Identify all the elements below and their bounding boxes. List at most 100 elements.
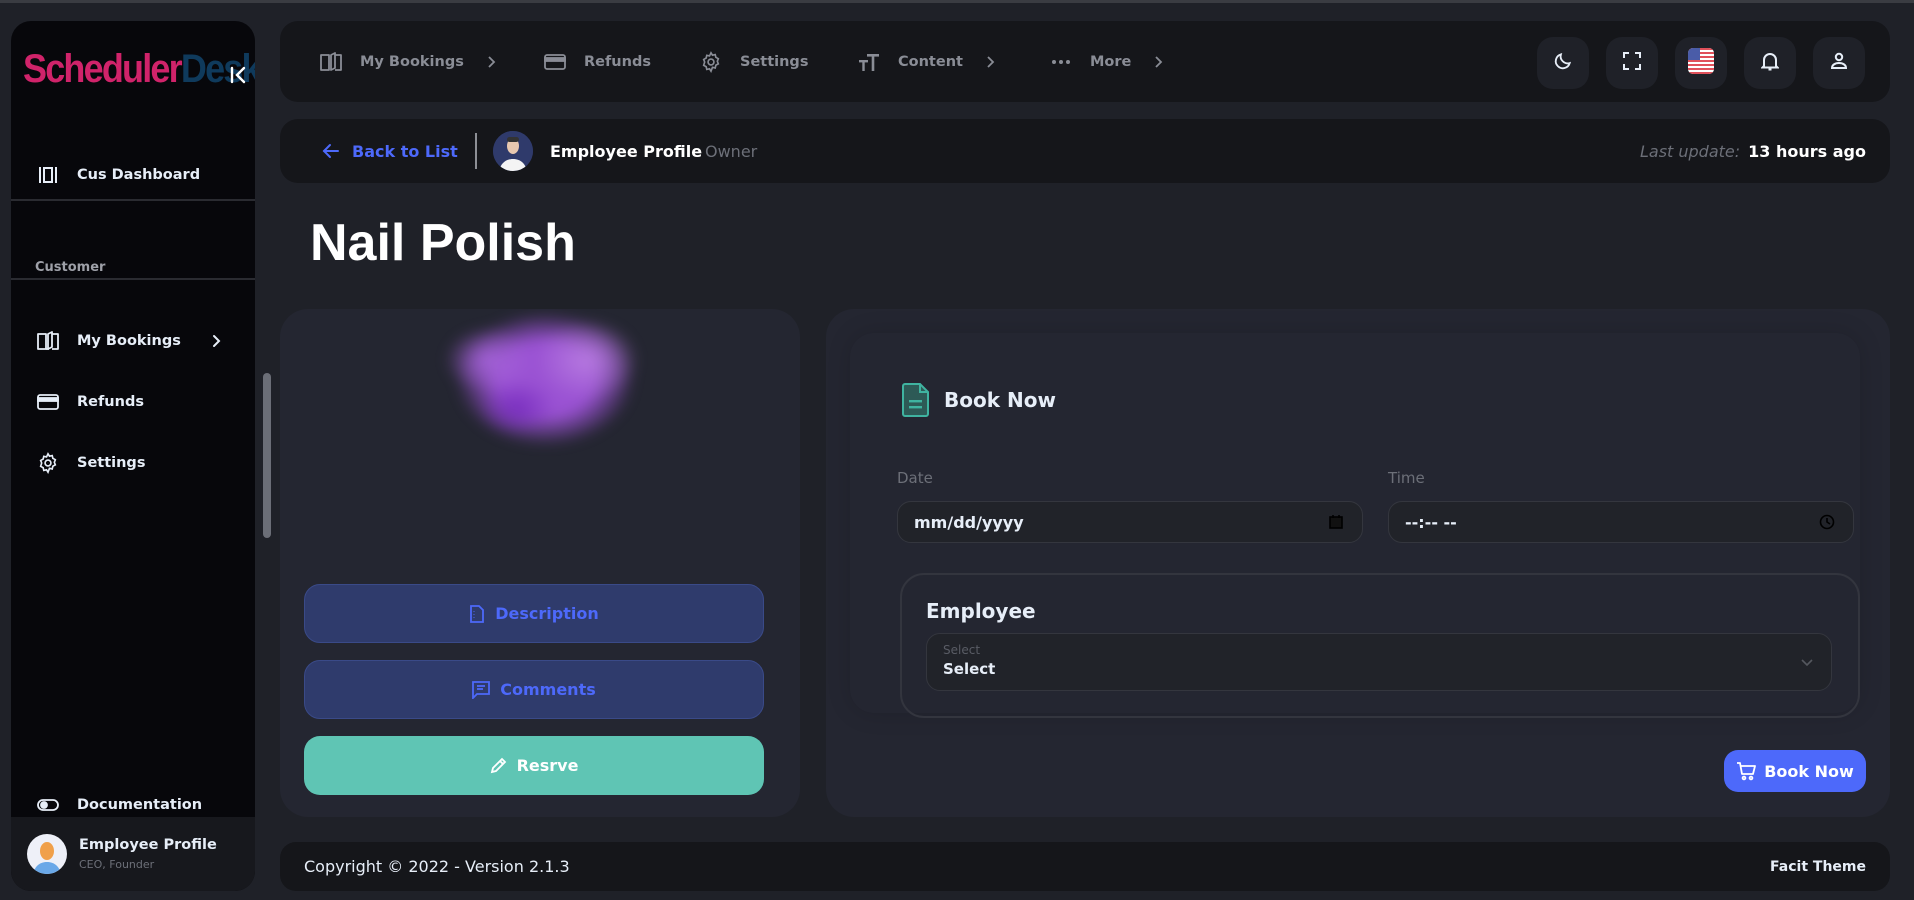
user-name: Employee Profile <box>79 837 217 853</box>
product-card: Description Comments Resrve <box>280 309 800 817</box>
language-button[interactable] <box>1675 37 1727 89</box>
chevron-right-icon <box>1153 54 1165 70</box>
header-nav-settings[interactable]: Settings <box>700 21 808 102</box>
last-update-value: 13 hours ago <box>1748 141 1866 161</box>
sidebar-item-refunds[interactable]: Refunds <box>11 382 255 422</box>
employee-select[interactable]: Select Select <box>926 633 1832 691</box>
reserve-button[interactable]: Resrve <box>304 736 764 795</box>
time-placeholder: --:-- -- <box>1405 512 1457 532</box>
sidebar-divider <box>11 199 255 201</box>
sidebar-item-settings[interactable]: Settings <box>11 443 255 483</box>
comments-label: Comments <box>500 680 596 699</box>
bell-icon <box>1760 51 1780 75</box>
last-update: Last update: 13 hours ago <box>1640 119 1866 183</box>
back-to-list-link[interactable]: Back to List <box>322 119 458 183</box>
header-nav-content[interactable]: Content <box>858 21 997 102</box>
comments-button[interactable]: Comments <box>304 660 764 719</box>
employee-select-placeholder: Select <box>943 643 981 657</box>
chevron-down-icon <box>1799 654 1815 670</box>
avatar <box>27 834 67 874</box>
header-nav-label: Settings <box>740 53 809 70</box>
pencil-icon <box>490 757 506 774</box>
book-now-label: Book Now <box>1764 761 1854 781</box>
description-button[interactable]: Description <box>304 584 764 643</box>
book-now-button[interactable]: Book Now <box>1724 750 1866 792</box>
date-label: Date <box>897 469 933 487</box>
sidebar-item-label: My Bookings <box>77 333 181 349</box>
calendar-icon[interactable] <box>1328 514 1344 530</box>
booking-card: Book Now Date mm/dd/yyyy Time --:-- -- E… <box>826 309 1890 817</box>
chevron-right-icon <box>486 54 498 70</box>
gear-icon <box>37 452 59 474</box>
booking-form: Book Now Date mm/dd/yyyy Time --:-- -- E… <box>850 333 1860 718</box>
sidebar-section-customer: Customer <box>35 260 106 275</box>
header-nav-label: My Bookings <box>360 53 464 70</box>
cart-icon <box>1737 762 1757 781</box>
collapse-sidebar-icon[interactable] <box>227 63 251 87</box>
date-placeholder: mm/dd/yyyy <box>914 512 1024 532</box>
sidebar-item-label: Documentation <box>77 797 203 813</box>
theme-link[interactable]: Facit Theme <box>1770 842 1866 891</box>
chevron-right-icon <box>985 54 997 70</box>
header-nav-label: Content <box>898 53 963 70</box>
date-input[interactable]: mm/dd/yyyy <box>897 501 1363 543</box>
sidebar-item-label: Settings <box>77 455 146 471</box>
header-nav-more[interactable]: More <box>1050 21 1165 102</box>
time-label: Time <box>1388 469 1425 487</box>
profile-name: Employee Profile <box>550 141 703 161</box>
header-nav-label: More <box>1090 53 1132 70</box>
avatar <box>493 131 533 171</box>
product-image <box>405 309 685 493</box>
dashboard-icon <box>37 164 59 186</box>
document-icon <box>470 604 485 623</box>
booking-title: Book Now <box>902 383 1056 417</box>
book-icon <box>320 51 342 73</box>
brand-text-part1: Scheduler <box>23 46 183 91</box>
dark-mode-button[interactable] <box>1537 37 1589 89</box>
booking-title-label: Book Now <box>944 388 1056 412</box>
sidebar-divider <box>11 278 255 280</box>
page-title: Nail Polish <box>310 214 576 272</box>
description-label: Description <box>495 604 599 623</box>
sidebar-item-cus-dashboard[interactable]: Cus Dashboard <box>11 155 255 195</box>
last-update-label: Last update: <box>1639 141 1741 161</box>
employee-select-value: Select <box>943 660 996 678</box>
sidebar-item-label: Refunds <box>77 394 144 410</box>
copyright-text: Copyright © 2022 - Version 2.1.3 <box>304 857 570 876</box>
top-header: My Bookings Refunds Settings Content Mor… <box>280 21 1890 102</box>
header-nav-label: Refunds <box>584 53 651 70</box>
fullscreen-icon <box>1623 52 1641 74</box>
reserve-label: Resrve <box>516 756 579 775</box>
header-nav-my-bookings[interactable]: My Bookings <box>320 21 498 102</box>
footer: Copyright © 2022 - Version 2.1.3 Facit T… <box>280 842 1890 891</box>
sidebar-scrollbar[interactable] <box>263 373 271 538</box>
notifications-button[interactable] <box>1744 37 1796 89</box>
us-flag-icon <box>1688 48 1714 78</box>
user-role: CEO, Founder <box>79 858 155 871</box>
credit-card-icon <box>37 391 59 413</box>
toggle-icon <box>37 794 59 816</box>
employee-title: Employee <box>926 599 1036 623</box>
time-input[interactable]: --:-- -- <box>1388 501 1854 543</box>
profile-role: Owner <box>705 141 758 161</box>
sidebar-item-my-bookings[interactable]: My Bookings <box>11 321 255 361</box>
gear-icon <box>700 50 722 73</box>
user-profile-card[interactable]: Employee Profile CEO, Founder <box>11 817 255 891</box>
fullscreen-button[interactable] <box>1606 37 1658 89</box>
comment-icon <box>472 680 491 699</box>
document-icon <box>902 383 929 417</box>
subheader-divider <box>475 133 477 169</box>
subheader: Back to List Employee Profile Owner Last… <box>280 119 1890 183</box>
user-icon <box>1829 51 1849 75</box>
arrow-left-icon <box>322 144 339 158</box>
employee-section: Employee Select Select <box>900 573 1860 718</box>
brand-logo[interactable]: SchedulerDesk <box>23 39 255 99</box>
clock-icon[interactable] <box>1819 514 1835 530</box>
user-menu-button[interactable] <box>1813 37 1865 89</box>
chevron-right-icon <box>207 331 225 351</box>
book-icon <box>37 330 59 352</box>
back-to-list-label: Back to List <box>352 141 458 161</box>
text-size-icon <box>858 51 880 73</box>
dark-mode-icon <box>1553 51 1573 75</box>
header-nav-refunds[interactable]: Refunds <box>544 21 651 102</box>
